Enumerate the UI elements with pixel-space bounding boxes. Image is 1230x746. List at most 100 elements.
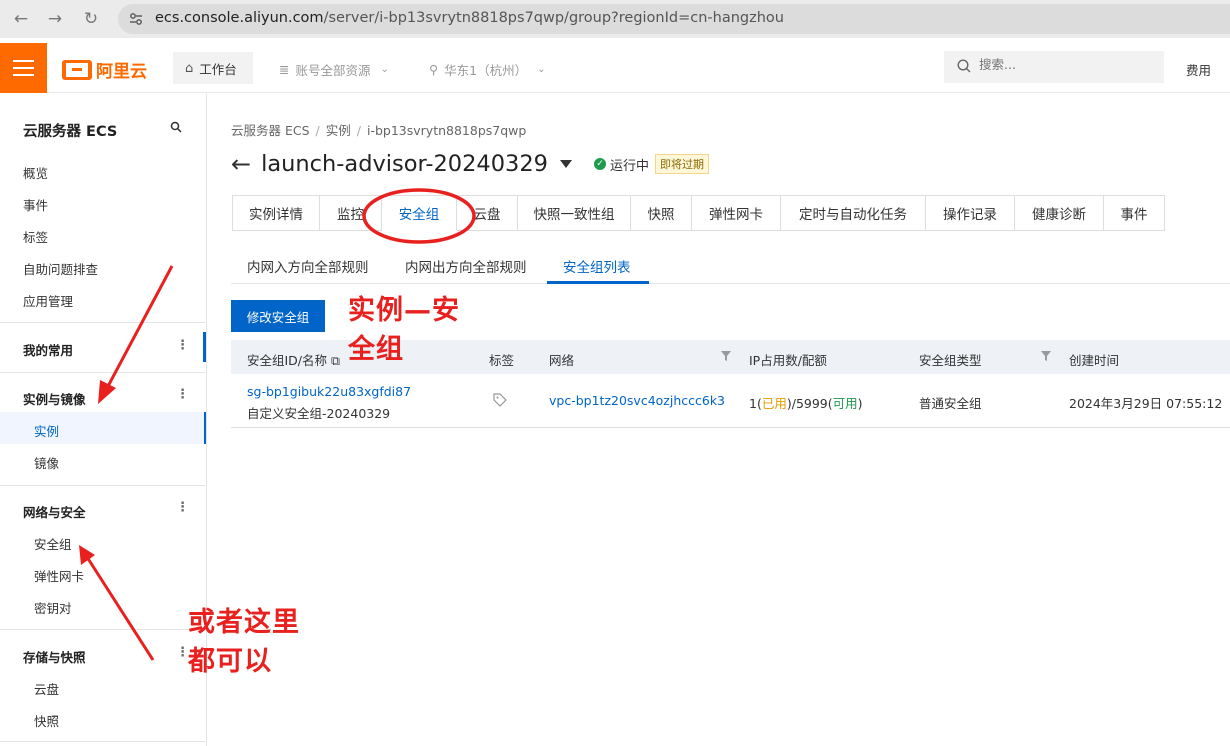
tab-snapshots[interactable]: 快照	[631, 195, 692, 231]
sidebar-group-network-security[interactable]: 网络与安全	[23, 502, 86, 521]
chevron-down-icon: ⌄	[380, 64, 389, 75]
created-time: 2024年3月29日 07:55:12	[1069, 396, 1223, 411]
location-pin-icon: ⚲	[429, 62, 439, 77]
divider	[0, 372, 205, 373]
forward-icon[interactable]: →	[44, 8, 66, 30]
table-row: sg-bp1gibuk22u83xgfdi87 自定义安全组-20240329 …	[231, 374, 1230, 428]
sidebar-item-eni[interactable]: 弹性网卡	[34, 566, 84, 585]
sidebar-item-overview[interactable]: 概览	[23, 163, 48, 182]
copy-icon[interactable]: ⧉	[331, 353, 340, 368]
tab-scheduled-tasks[interactable]: 定时与自动化任务	[781, 195, 926, 231]
tab-monitoring[interactable]: 监控	[320, 195, 382, 231]
sidebar-item-instances[interactable]: 实例	[34, 421, 59, 440]
sidebar-title: 云服务器 ECS	[23, 124, 118, 140]
annotation-note-2-line-1: 或者这里	[188, 607, 300, 638]
breadcrumb-instance-id: i-bp13svrytn8818ps7qwp	[367, 123, 527, 138]
more-icon[interactable]: ⋮	[176, 387, 189, 402]
address-bar[interactable]: ecs.console.aliyun.com/server/i-bp13svry…	[118, 4, 1230, 34]
sidebar: 云服务器 ECS 概览 事件 标签 自助问题排查 应用管理 我的常用 ⋮ 实例与…	[0, 94, 207, 746]
main-content: 云服务器 ECS / 实例 / i-bp13svrytn8818ps7qwp ← lau…	[208, 94, 1230, 746]
sidebar-group-favorites[interactable]: 我的常用	[23, 340, 73, 359]
title-row: ← launch-advisor-20240329 ✓ 运行中 即将过期	[231, 150, 710, 178]
filter-icon[interactable]	[721, 351, 731, 361]
tab-operation-log[interactable]: 操作记录	[926, 195, 1015, 231]
sidebar-item-tags[interactable]: 标签	[23, 227, 48, 246]
sidebar-group-instances-images[interactable]: 实例与镜像	[23, 389, 86, 408]
filter-icon[interactable]	[1041, 351, 1051, 361]
aliyun-logo-icon	[62, 59, 92, 80]
column-header-id-name: 安全组ID/名称 ⧉	[247, 353, 340, 368]
global-search[interactable]	[944, 51, 1164, 83]
tab-security-groups[interactable]: 安全组	[382, 195, 457, 231]
column-header-type: 安全组类型	[919, 353, 982, 368]
sidebar-item-troubleshoot[interactable]: 自助问题排查	[23, 259, 98, 278]
more-icon[interactable]: ⋮	[176, 500, 189, 515]
subtab-active-indicator	[547, 281, 649, 284]
subtab-outbound-rules[interactable]: 内网出方向全部规则	[405, 256, 527, 276]
list-icon: ≣	[279, 62, 290, 77]
region-dropdown[interactable]: ⚲ 华东1（杭州） ⌄	[429, 60, 546, 79]
sidebar-item-images[interactable]: 镜像	[34, 453, 59, 472]
favorites-indicator	[203, 332, 206, 362]
sidebar-item-security-groups[interactable]: 安全组	[34, 534, 72, 553]
tag-icon[interactable]	[493, 393, 507, 407]
breadcrumb-ecs[interactable]: 云服务器 ECS	[231, 123, 310, 138]
fees-link[interactable]: 费用	[1186, 60, 1211, 79]
more-icon[interactable]: ⋮	[176, 338, 189, 353]
tab-snapshot-consistency[interactable]: 快照一致性组	[518, 195, 631, 231]
menu-button[interactable]	[0, 43, 47, 93]
column-header-created: 创建时间	[1069, 353, 1120, 368]
status-badge: ✓ 运行中	[594, 155, 649, 174]
expire-badge: 即将过期	[655, 154, 710, 174]
tab-health-diagnosis[interactable]: 健康诊断	[1015, 195, 1104, 231]
subtab-bar: 内网入方向全部规则 内网出方向全部规则 安全组列表	[231, 244, 1230, 284]
sidebar-item-events[interactable]: 事件	[23, 195, 48, 214]
site-settings-icon[interactable]	[128, 11, 144, 27]
tab-bar: 实例详情 监控 安全组 云盘 快照一致性组 快照 弹性网卡 定时与自动化任务 操…	[232, 195, 1165, 231]
annotation-note-1-line-2: 全组	[348, 334, 404, 365]
sidebar-item-keypairs[interactable]: 密钥对	[34, 598, 72, 617]
resource-scope-dropdown[interactable]: ≣ 账号全部资源 ⌄	[279, 60, 389, 79]
home-icon: ⌂	[185, 60, 194, 76]
annotation-note-2-line-2: 都可以	[188, 646, 272, 677]
sidebar-group-storage-snapshots[interactable]: 存储与快照	[23, 647, 86, 666]
search-input[interactable]	[979, 57, 1149, 72]
back-icon[interactable]: ←	[10, 8, 32, 30]
reload-icon[interactable]: ↻	[80, 8, 102, 30]
back-arrow-icon[interactable]: ←	[231, 150, 251, 178]
subtab-security-group-list[interactable]: 安全组列表	[563, 256, 631, 276]
divider	[0, 322, 205, 323]
tab-details[interactable]: 实例详情	[232, 195, 320, 231]
url-text[interactable]: ecs.console.aliyun.com/server/i-bp13svry…	[155, 10, 784, 26]
divider	[0, 485, 205, 486]
annotation-note-1-line-1: 实例—安	[348, 295, 460, 326]
column-header-tags: 标签	[489, 353, 515, 368]
breadcrumb-instances[interactable]: 实例	[326, 123, 351, 138]
page-title: launch-advisor-20240329	[261, 151, 548, 177]
sidebar-item-snapshots[interactable]: 快照	[34, 711, 59, 730]
modify-security-group-button[interactable]: 修改安全组	[231, 300, 325, 332]
divider	[0, 741, 205, 742]
breadcrumb: 云服务器 ECS / 实例 / i-bp13svrytn8818ps7qwp	[231, 123, 527, 138]
sidebar-search-icon[interactable]	[170, 121, 182, 133]
sidebar-item-app-mgmt[interactable]: 应用管理	[23, 291, 73, 310]
column-header-network: 网络	[549, 353, 575, 368]
security-group-name: 自定义安全组-20240329	[247, 406, 391, 421]
workbench-button[interactable]: ⌂ 工作台	[173, 52, 253, 84]
vpc-link[interactable]: vpc-bp1tz20svc4ozjhccc6k3	[549, 393, 725, 408]
tab-eni[interactable]: 弹性网卡	[692, 195, 781, 231]
tab-disks[interactable]: 云盘	[457, 195, 518, 231]
ip-usage: 1(已用)/5999(可用)	[749, 396, 863, 411]
tab-events[interactable]: 事件	[1104, 195, 1165, 231]
console-topbar: 阿里云 ⌂ 工作台 ≣ 账号全部资源 ⌄ ⚲ 华东1（杭州） ⌄ 费用	[0, 43, 1230, 93]
search-icon	[957, 59, 971, 73]
column-header-ip-quota: IP占用数/配额	[749, 353, 827, 368]
chevron-down-icon: ⌄	[537, 64, 546, 75]
aliyun-logo[interactable]: 阿里云	[62, 57, 147, 82]
subtab-inbound-rules[interactable]: 内网入方向全部规则	[247, 256, 369, 276]
security-group-id-link[interactable]: sg-bp1gibuk22u83xgfdi87	[247, 384, 411, 399]
sidebar-item-disks[interactable]: 云盘	[34, 679, 59, 698]
caret-down-icon[interactable]	[560, 160, 572, 168]
browser-toolbar: ← → ↻ ecs.console.aliyun.com/server/i-bp…	[0, 0, 1230, 38]
security-group-type: 普通安全组	[919, 396, 982, 411]
